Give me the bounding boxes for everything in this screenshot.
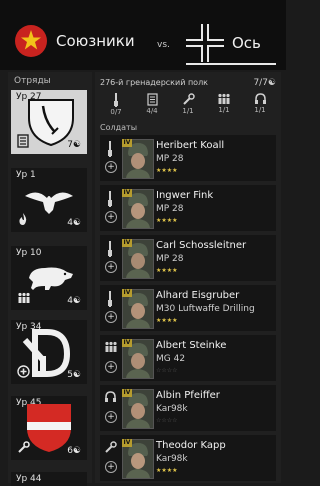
- rank-badge: IV: [122, 239, 132, 247]
- soldier-name: Albin Pfeiffer: [156, 390, 220, 401]
- soldier-weapon: MG 42: [156, 354, 186, 364]
- soldier-stars: ☆☆☆☆: [156, 417, 178, 424]
- flame-icon: [19, 213, 27, 225]
- soldier-name: Carl Schossleitner: [156, 240, 247, 251]
- squad-card-4[interactable]: Ур 34 5☯: [11, 320, 87, 384]
- wrench-icon: [182, 93, 195, 105]
- rank-badge: IV: [122, 289, 132, 297]
- vs-label: vs.: [157, 40, 170, 50]
- headphones-icon: [105, 391, 116, 402]
- rifle-icon: [108, 191, 112, 207]
- soldier-row[interactable]: + IV Ingwer Fink MP 28 ★★★★: [100, 185, 276, 231]
- wrench-icon: [18, 441, 30, 453]
- rank-badge: IV: [122, 439, 132, 447]
- shield-sword-emblem: [28, 99, 74, 146]
- slot-rifle[interactable]: 0/7: [100, 93, 132, 119]
- soldier-name: Ingwer Fink: [156, 190, 214, 201]
- rifle-icon: [108, 241, 112, 257]
- add-icon[interactable]: +: [105, 461, 117, 473]
- squads-header: Отряды: [14, 76, 51, 86]
- eagle-emblem: [25, 192, 73, 214]
- squad-count: 6☯: [67, 446, 81, 456]
- slot-wrench[interactable]: 1/1: [172, 93, 204, 119]
- allies-label: Союзники: [56, 32, 135, 50]
- soldier-name: Alhard Eisgruber: [156, 290, 240, 301]
- slot-squad[interactable]: 1/1: [208, 93, 240, 119]
- soldier-row[interactable]: + IV Theodor Kapp Kar98k ★★★★: [100, 435, 276, 481]
- slot-value: 4/4: [146, 107, 158, 115]
- squad-card-5[interactable]: Ур 45 6☯: [11, 396, 87, 460]
- squad-icon: [218, 93, 230, 104]
- unit-count: 7/7☯: [253, 78, 276, 88]
- rank-badge: IV: [122, 389, 132, 397]
- list-icon: [17, 134, 29, 148]
- add-icon[interactable]: +: [105, 411, 117, 423]
- list-icon: [146, 93, 158, 106]
- soldier-name: Theodor Kapp: [156, 440, 226, 451]
- soldier-weapon: MP 28: [156, 254, 184, 264]
- soldier-row[interactable]: + IV Carl Schossleitner MP 28 ★★★★: [100, 235, 276, 281]
- soldier-stars: ★★★★: [156, 317, 178, 324]
- balkenkreuz-icon: [186, 24, 224, 62]
- slot-radio[interactable]: 1/1: [244, 93, 276, 119]
- allies-faction: Союзники: [14, 24, 135, 58]
- soldier-row[interactable]: + IV Alhard Eisgruber M30 Luftwaffe Dril…: [100, 285, 276, 331]
- axis-faction: Ось: [186, 24, 261, 62]
- add-icon[interactable]: +: [105, 311, 117, 323]
- squad-count: 5☯: [67, 370, 81, 380]
- squad-card-3[interactable]: Ур 10 4☯: [11, 246, 87, 310]
- soldier-weapon: Kar98k: [156, 454, 188, 464]
- rank-badge: IV: [122, 189, 132, 197]
- squad-count: 4☯: [67, 218, 81, 228]
- soviet-star-icon: [15, 25, 47, 57]
- rifle-icon: [108, 291, 112, 307]
- headphones-icon: [254, 93, 266, 104]
- soldier-stars: ★★★★: [156, 467, 178, 474]
- slot-value: 1/1: [254, 106, 266, 114]
- soldier-row[interactable]: + IV Albin Pfeiffer Kar98k ☆☆☆☆: [100, 385, 276, 431]
- soldier-row[interactable]: + IV Albert Steinke MG 42 ☆☆☆☆: [100, 335, 276, 381]
- soldier-row[interactable]: + IV Heribert Koall MP 28 ★★★★: [100, 135, 276, 181]
- squad-icon: [18, 292, 30, 303]
- soldier-name: Heribert Koall: [156, 140, 225, 151]
- squad-level: Ур 10: [16, 248, 42, 258]
- slot-value: 1/1: [182, 107, 194, 115]
- soldier-stars: ★★★★: [156, 217, 178, 224]
- add-icon[interactable]: +: [105, 361, 117, 373]
- squad-card-2[interactable]: Ур 1 4☯: [11, 168, 87, 232]
- squad-card-1[interactable]: Ур 27 7☯: [11, 90, 87, 154]
- squad-count: 4☯: [67, 296, 81, 306]
- rank-badge: IV: [122, 339, 132, 347]
- add-icon[interactable]: +: [105, 211, 117, 223]
- soldier-name: Albert Steinke: [156, 340, 227, 351]
- squad-card-6[interactable]: Ур 44: [11, 472, 87, 486]
- soldier-stars: ★★★★: [156, 267, 178, 274]
- squad-level: Ур 1: [16, 170, 36, 180]
- squad-icon: [105, 341, 117, 352]
- boar-emblem: [29, 267, 73, 290]
- axis-label: Ось: [232, 34, 261, 52]
- rifle-icon: [114, 93, 118, 107]
- soldier-weapon: MP 28: [156, 154, 184, 164]
- soldier-stars: ★★★★: [156, 167, 178, 174]
- soldier-stars: ☆☆☆☆: [156, 367, 178, 374]
- soldier-weapon: MP 28: [156, 204, 184, 214]
- slot-value: 1/1: [218, 106, 230, 114]
- wrench-icon: [105, 441, 117, 453]
- rifle-icon: [108, 141, 112, 157]
- red-white-shield-emblem: [27, 404, 71, 452]
- soldiers-header: Солдаты: [100, 123, 138, 132]
- squad-count: 7☯: [67, 140, 81, 150]
- unit-name: 276-й гренадерский полк: [100, 78, 209, 87]
- selected-faction-underline: [186, 63, 276, 65]
- add-icon[interactable]: +: [105, 161, 117, 173]
- soldier-weapon: M30 Luftwaffe Drilling: [156, 304, 255, 314]
- rank-badge: IV: [122, 139, 132, 147]
- role-slots: 0/7 4/4 1/1 1/1 1/1: [100, 93, 276, 119]
- slot-value: 0/7: [110, 108, 122, 116]
- soldier-weapon: Kar98k: [156, 404, 188, 414]
- add-icon[interactable]: +: [105, 261, 117, 273]
- medic-icon: [17, 365, 30, 378]
- slot-list[interactable]: 4/4: [136, 93, 168, 119]
